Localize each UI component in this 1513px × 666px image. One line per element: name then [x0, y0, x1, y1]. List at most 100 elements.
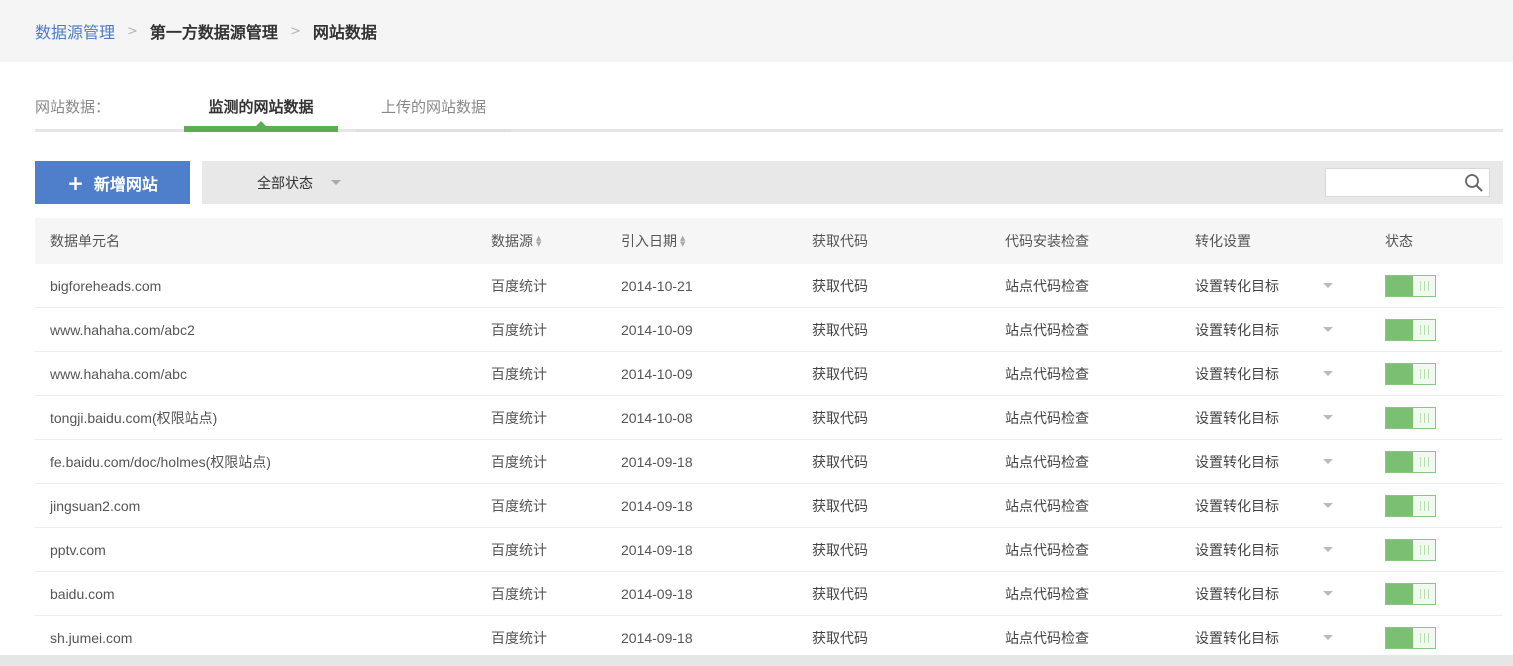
- status-toggle[interactable]: [1385, 318, 1436, 341]
- breadcrumb-root-link[interactable]: 数据源管理: [35, 19, 115, 43]
- search-input[interactable]: [1326, 169, 1461, 196]
- get-code-link[interactable]: 获取代码: [812, 308, 868, 351]
- set-conversion-link[interactable]: 设置转化目标: [1195, 396, 1279, 439]
- data-source: 百度统计: [491, 454, 547, 471]
- data-source: 百度统计: [491, 630, 547, 647]
- breadcrumb-middle[interactable]: 第一方数据源管理: [150, 19, 278, 43]
- data-source: 百度统计: [491, 586, 547, 603]
- table-row: jingsuan2.com 百度统计 2014-09-18 获取代码 站点代码检查 设置转…: [35, 484, 1503, 528]
- conversion-dropdown[interactable]: [1323, 616, 1333, 659]
- toggle-grip-icon: [1420, 500, 1429, 511]
- status-filter-select[interactable]: 全部状态: [257, 161, 341, 204]
- site-code-check-link[interactable]: 站点代码检查: [1005, 616, 1089, 659]
- header-date[interactable]: 引入日期 ▲ ▼: [621, 218, 685, 264]
- get-code-link[interactable]: 获取代码: [812, 484, 868, 527]
- import-date: 2014-10-09: [621, 321, 693, 338]
- conversion-dropdown[interactable]: [1323, 352, 1333, 395]
- sort-icon[interactable]: ▲ ▼: [536, 235, 541, 248]
- site-code-check-link[interactable]: 站点代码检查: [1005, 572, 1089, 615]
- set-conversion-link[interactable]: 设置转化目标: [1195, 616, 1279, 659]
- plus-icon: +: [67, 170, 84, 195]
- toggle-on-fill: [1386, 363, 1413, 384]
- header-source-label: 数据源: [491, 234, 533, 250]
- get-code-link[interactable]: 获取代码: [812, 616, 868, 659]
- toggle-on-fill: [1386, 275, 1413, 296]
- header-status: 状态: [1385, 234, 1413, 250]
- chevron-down-icon: [1323, 547, 1333, 552]
- chevron-down-icon: [1323, 459, 1333, 464]
- status-cell: [1385, 440, 1436, 483]
- get-code-link[interactable]: 获取代码: [812, 352, 868, 395]
- conversion-dropdown[interactable]: [1323, 528, 1333, 571]
- site-code-check-link[interactable]: 站点代码检查: [1005, 528, 1089, 571]
- table-row: www.hahaha.com/abc 百度统计 2014-10-09 获取代码 站点代码…: [35, 352, 1503, 396]
- get-code-link[interactable]: 获取代码: [812, 440, 868, 483]
- status-toggle[interactable]: [1385, 450, 1436, 473]
- set-conversion-link[interactable]: 设置转化目标: [1195, 352, 1279, 395]
- chevron-down-icon: [1323, 635, 1333, 640]
- get-code-link[interactable]: 获取代码: [812, 572, 868, 615]
- conversion-dropdown[interactable]: [1323, 308, 1333, 351]
- get-code-link[interactable]: 获取代码: [812, 264, 868, 307]
- import-date: 2014-09-18: [621, 541, 693, 558]
- set-conversion-link[interactable]: 设置转化目标: [1195, 484, 1279, 527]
- site-code-check-link[interactable]: 站点代码检查: [1005, 308, 1089, 351]
- chevron-down-icon: [1323, 415, 1333, 420]
- site-code-check-link[interactable]: 站点代码检查: [1005, 484, 1089, 527]
- status-cell: [1385, 484, 1436, 527]
- get-code-link[interactable]: 获取代码: [812, 528, 868, 571]
- site-code-check-link[interactable]: 站点代码检查: [1005, 440, 1089, 483]
- tab-monitored-sites[interactable]: 监测的网站数据: [184, 96, 338, 132]
- header-check: 代码安装检查: [1005, 234, 1089, 250]
- data-source: 百度统计: [491, 542, 547, 559]
- set-conversion-link[interactable]: 设置转化目标: [1195, 440, 1279, 483]
- tab-uploaded-sites[interactable]: 上传的网站数据: [356, 96, 511, 132]
- site-name: tongji.baidu.com(权限站点): [50, 409, 218, 426]
- status-toggle[interactable]: [1385, 538, 1436, 561]
- sort-icon[interactable]: ▲ ▼: [680, 235, 685, 248]
- toggle-grip-icon: [1420, 588, 1429, 599]
- status-toggle[interactable]: [1385, 406, 1436, 429]
- import-date: 2014-09-18: [621, 497, 693, 514]
- status-toggle[interactable]: [1385, 494, 1436, 517]
- table-row: baidu.com 百度统计 2014-09-18 获取代码 站点代码检查 设置转化目标: [35, 572, 1503, 616]
- status-toggle[interactable]: [1385, 626, 1436, 649]
- site-code-check-link[interactable]: 站点代码检查: [1005, 396, 1089, 439]
- conversion-dropdown[interactable]: [1323, 572, 1333, 615]
- conversion-dropdown[interactable]: [1323, 264, 1333, 307]
- site-code-check-link[interactable]: 站点代码检查: [1005, 264, 1089, 307]
- site-name: jingsuan2.com: [50, 497, 141, 514]
- set-conversion-link[interactable]: 设置转化目标: [1195, 572, 1279, 615]
- status-toggle[interactable]: [1385, 362, 1436, 385]
- set-conversion-link[interactable]: 设置转化目标: [1195, 528, 1279, 571]
- status-toggle[interactable]: [1385, 582, 1436, 605]
- tab-inactive-underline: [356, 129, 511, 132]
- conversion-dropdown[interactable]: [1323, 396, 1333, 439]
- search-icon[interactable]: [1463, 172, 1485, 194]
- conversion-dropdown[interactable]: [1323, 440, 1333, 483]
- set-conversion-link[interactable]: 设置转化目标: [1195, 308, 1279, 351]
- site-code-check-link[interactable]: 站点代码检查: [1005, 352, 1089, 395]
- get-code-link[interactable]: 获取代码: [812, 396, 868, 439]
- site-name: bigforeheads.com: [50, 277, 162, 294]
- chevron-down-icon: [1323, 503, 1333, 508]
- import-date: 2014-10-09: [621, 365, 693, 382]
- toggle-grip-icon: [1420, 544, 1429, 555]
- status-cell: [1385, 528, 1436, 571]
- site-name: fe.baidu.com/doc/holmes(权限站点): [50, 453, 271, 470]
- status-toggle[interactable]: [1385, 274, 1436, 297]
- header-source[interactable]: 数据源 ▲ ▼: [491, 218, 541, 264]
- breadcrumb-separator: >: [289, 23, 301, 39]
- table-row: pptv.com 百度统计 2014-09-18 获取代码 站点代码检查 设置转化目标: [35, 528, 1503, 572]
- status-cell: [1385, 396, 1436, 439]
- tab-monitored-sites-label: 监测的网站数据: [208, 98, 314, 116]
- status-cell: [1385, 264, 1436, 307]
- table-row: sh.jumei.com 百度统计 2014-09-18 获取代码 站点代码检查 设置转化…: [35, 616, 1503, 660]
- chevron-down-icon: [1323, 371, 1333, 376]
- set-conversion-link[interactable]: 设置转化目标: [1195, 264, 1279, 307]
- site-name: pptv.com: [50, 541, 106, 558]
- add-site-button[interactable]: + 新增网站: [35, 161, 190, 204]
- toggle-on-fill: [1386, 627, 1413, 648]
- conversion-dropdown[interactable]: [1323, 484, 1333, 527]
- toggle-grip-icon: [1420, 456, 1429, 467]
